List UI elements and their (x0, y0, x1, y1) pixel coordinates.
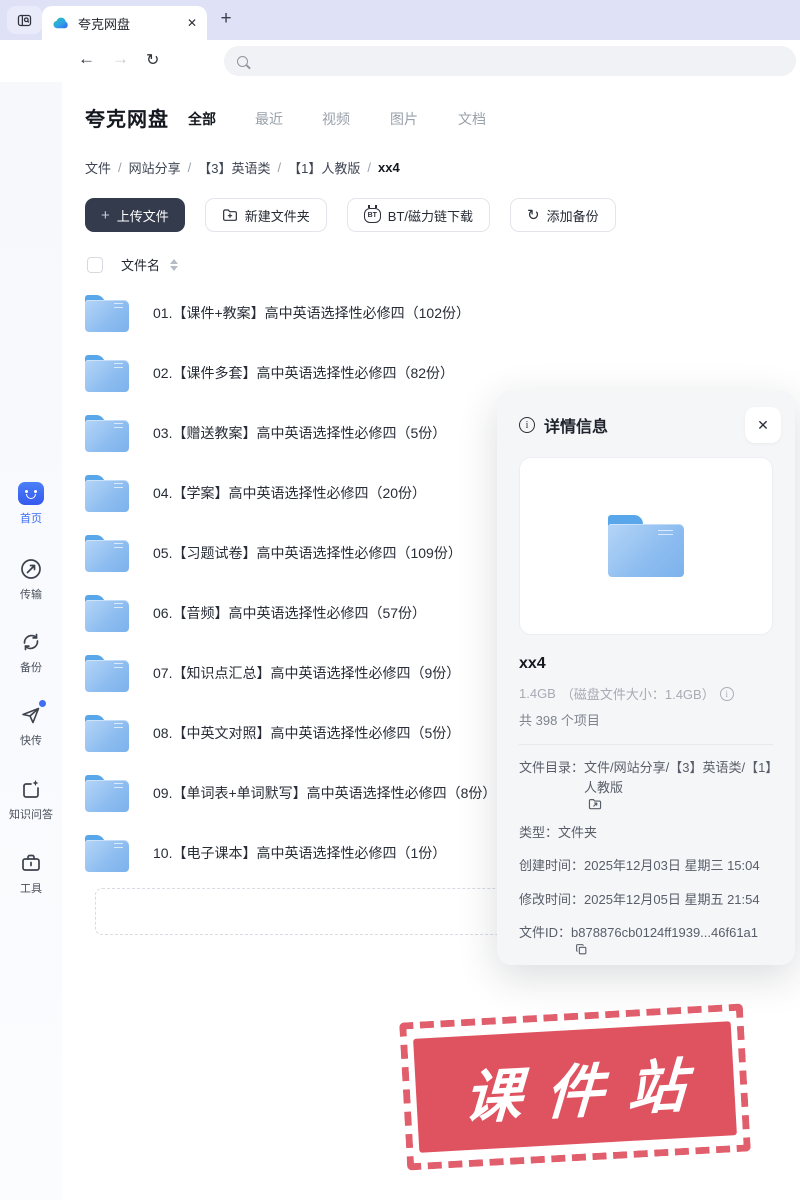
folder-plus-icon (222, 209, 237, 221)
folder-icon (85, 414, 129, 452)
copy-icon[interactable] (575, 943, 588, 956)
close-button[interactable]: ✕ (745, 407, 781, 443)
tab-close-icon[interactable]: ✕ (187, 16, 197, 30)
quark-cloud-logo-icon (53, 17, 68, 29)
filename-column-header[interactable]: 文件名 (121, 255, 160, 274)
bt-icon: BT (363, 204, 381, 223)
breadcrumb-english[interactable]: 【3】英语类 (198, 158, 270, 177)
stamp-fill: 课件站 (413, 1021, 737, 1153)
knowledge-qa-icon (18, 776, 44, 802)
list-header: 文件名 (87, 255, 179, 274)
back-icon[interactable]: ← (78, 49, 95, 69)
plus-icon: + (101, 206, 110, 224)
open-folder-icon[interactable] (588, 798, 602, 810)
window-search-icon (17, 14, 32, 26)
size-info-icon[interactable] (719, 686, 734, 701)
home-icon (18, 480, 44, 506)
kejianzhan-stamp-watermark: 课件站 (399, 1003, 751, 1171)
action-button-row: + 上传文件 新建文件夹 BT BT/磁力链下载 ↻ 添加备份 (85, 198, 616, 232)
browser-tab[interactable]: 夸克网盘 ✕ (42, 6, 207, 40)
tab-video[interactable]: 视频 (322, 109, 350, 129)
detail-file-id-row: 文件ID： b878876cb0124ff1939...46f61a1 (519, 923, 773, 956)
folder-icon (85, 474, 129, 512)
sync-circle-icon: ↻ (527, 207, 540, 224)
forward-icon: → (112, 49, 129, 68)
sidebar-item-home[interactable]: 首页 (0, 480, 62, 526)
detail-file-name: xx4 (519, 655, 546, 672)
detail-modified-row: 修改时间： 2025年12月05日 星期五 21:54 (519, 891, 760, 907)
folder-icon (85, 594, 129, 632)
folder-icon (85, 294, 129, 332)
detail-size-row: 1.4GB （磁盘文件大小：1.4GB） (519, 684, 773, 703)
new-folder-button[interactable]: 新建文件夹 (204, 198, 327, 232)
sidebar-item-knowledge-qa[interactable]: 知识问答 (0, 776, 62, 822)
tab-title: 夸克网盘 (78, 16, 131, 32)
detail-items-count: 共 398 个项目 (519, 713, 600, 728)
paper-plane-icon (18, 700, 46, 728)
breadcrumb-files[interactable]: 文件 (85, 158, 111, 177)
detail-panel: 详情信息 ✕ xx4 1.4GB （磁盘文件大小：1.4GB） 共 398 个项… (497, 390, 795, 965)
add-backup-button[interactable]: ↻ 添加备份 (510, 198, 616, 232)
sidebar-item-tools[interactable]: 工具 (0, 850, 62, 896)
sidebar-item-fast-transfer[interactable]: 快传 (0, 700, 62, 748)
folder-icon (85, 774, 129, 812)
folder-icon-large (608, 515, 684, 577)
breadcrumb: 文件 / 网站分享 / 【3】英语类 / 【1】人教版 / xx4 (85, 158, 400, 177)
info-icon (519, 417, 535, 433)
backup-sync-icon (18, 629, 44, 655)
address-search-bar[interactable] (224, 46, 796, 76)
detail-panel-title: 详情信息 (544, 419, 609, 436)
tab-image[interactable]: 图片 (390, 109, 418, 129)
detail-type-row: 类型： 文件夹 (519, 825, 598, 841)
stamp-text: 课件站 (462, 1052, 712, 1132)
page-title: 夸克网盘 (85, 109, 169, 131)
folder-icon (85, 654, 129, 692)
sidebar-item-backup[interactable]: 备份 (0, 629, 62, 675)
notification-dot (39, 700, 46, 707)
file-preview-card (519, 457, 773, 635)
tab-all[interactable]: 全部 (188, 109, 216, 129)
breadcrumb-renjiaoban[interactable]: 【1】人教版 (288, 158, 360, 177)
breadcrumb-share[interactable]: 网站分享 (129, 158, 181, 177)
refresh-icon[interactable]: ↻ (146, 50, 159, 70)
file-row[interactable]: 01.【课件+教案】高中英语选择性必修四（102份） (85, 283, 785, 343)
folder-icon (85, 834, 129, 872)
search-icon (237, 55, 248, 67)
toolbox-icon (18, 850, 44, 876)
tab-recent[interactable]: 最近 (255, 109, 283, 129)
transfer-icon (18, 556, 44, 582)
detail-panel-header: 详情信息 ✕ (497, 390, 795, 455)
folder-icon (85, 534, 129, 572)
tab-document[interactable]: 文档 (458, 109, 486, 129)
divider (519, 744, 773, 745)
folder-icon (85, 354, 129, 392)
sidebar-search-toggle-button[interactable] (7, 6, 42, 34)
sidebar-item-transfer[interactable]: 传输 (0, 556, 62, 602)
app-sidebar: 首页 传输 备份 快传 知识问答 工具 (0, 82, 62, 1200)
detail-created-row: 创建时间： 2025年12月03日 星期三 15:04 (519, 858, 760, 874)
breadcrumb-current: xx4 (378, 160, 400, 175)
upload-file-button[interactable]: + 上传文件 (85, 198, 185, 232)
browser-tab-strip: 夸克网盘 ✕ + (0, 0, 800, 40)
select-all-checkbox[interactable] (87, 256, 103, 273)
new-tab-button[interactable]: + (212, 5, 240, 33)
bt-magnet-download-button[interactable]: BT BT/磁力链下载 (346, 198, 491, 232)
browser-toolbar: ← → ↻ (0, 40, 800, 82)
detail-directory-row: 文件目录： 文件/网站分享/【3】英语类/【1】人教版 (519, 758, 773, 810)
folder-icon (85, 714, 129, 752)
sort-icon[interactable] (170, 258, 179, 271)
